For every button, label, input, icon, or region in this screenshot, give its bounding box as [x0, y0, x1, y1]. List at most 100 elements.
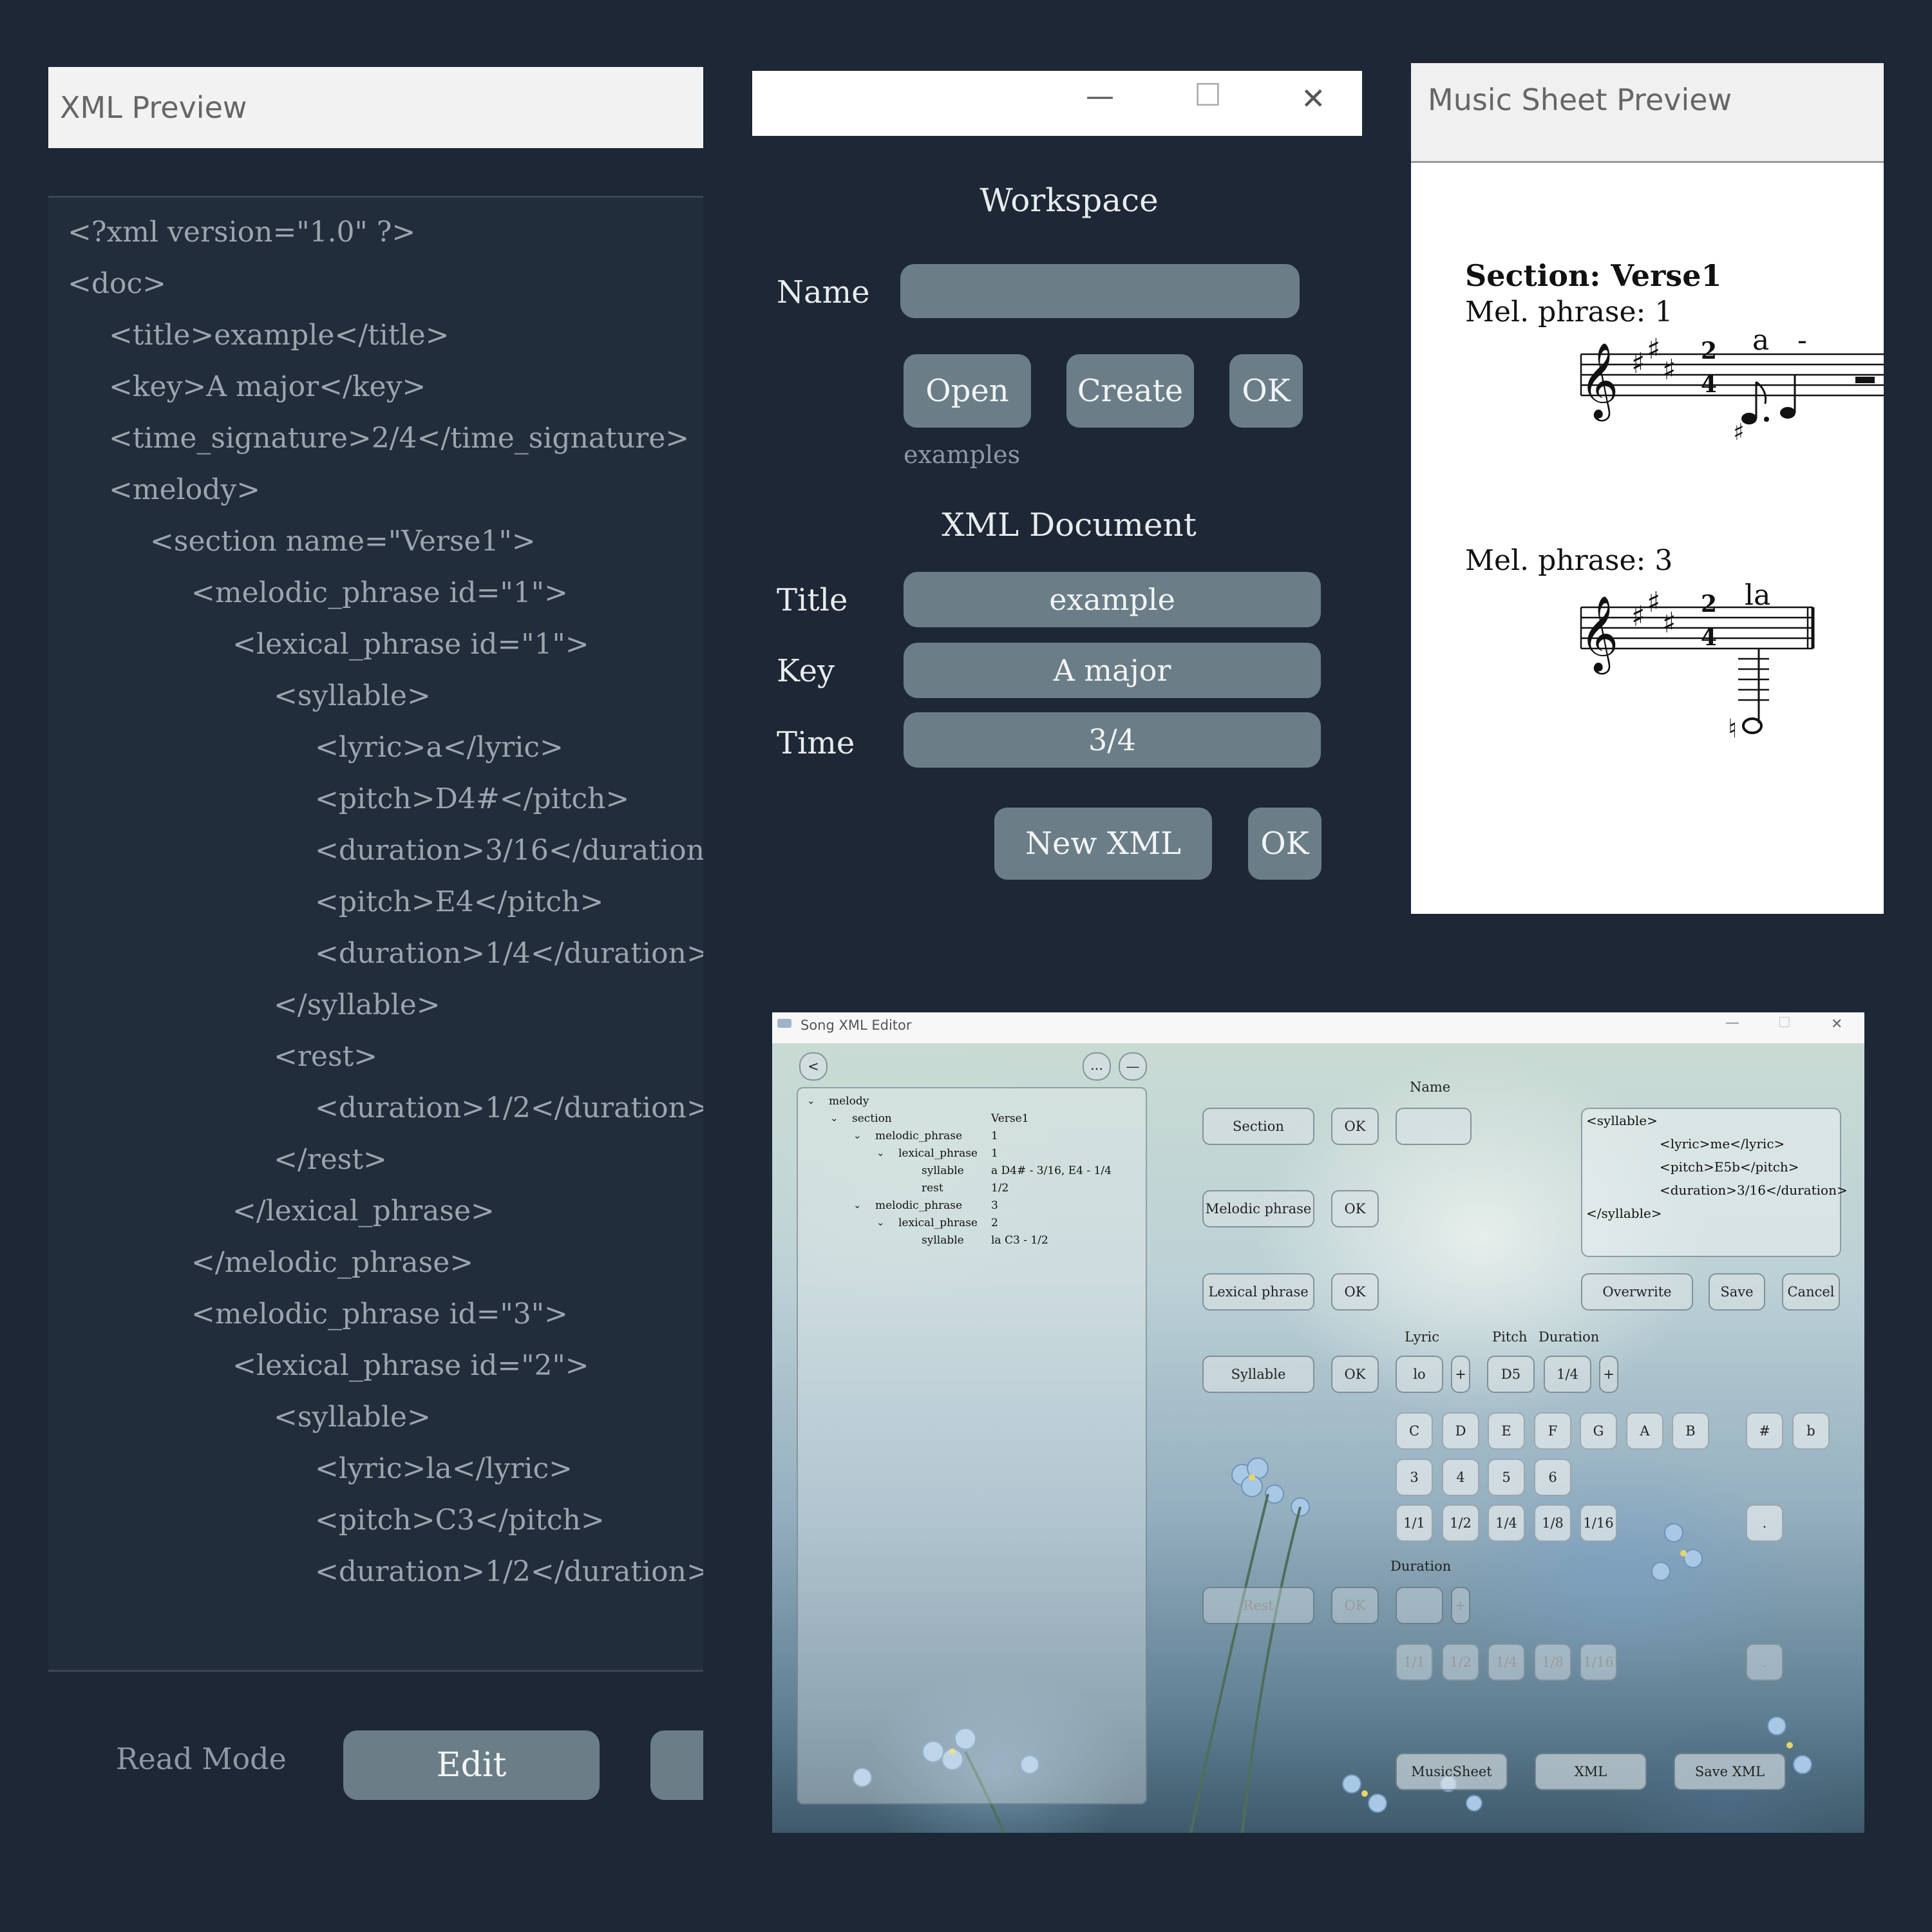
rest-duration-add-button[interactable]: + — [1451, 1587, 1470, 1624]
snippet-line: </syllable> — [1586, 1206, 1662, 1221]
melodic-phrase-ok-button[interactable]: OK — [1331, 1190, 1379, 1227]
music-sheet-titlebar[interactable]: Music Sheet Preview — [1411, 63, 1884, 163]
close-icon[interactable]: ✕ — [1831, 1016, 1842, 1032]
xml-ok-button[interactable]: OK — [1248, 808, 1321, 880]
note-b-button[interactable]: B — [1672, 1412, 1709, 1450]
chevron-down-icon[interactable]: ⌄ — [876, 1217, 885, 1228]
duration-input[interactable]: 1/4 — [1544, 1356, 1591, 1393]
tree-item[interactable]: melodic_phrase — [875, 1130, 962, 1142]
duration-eighth-button[interactable]: 1/8 — [1534, 1504, 1571, 1542]
music-sheet-title: Music Sheet Preview — [1428, 82, 1732, 117]
create-button[interactable]: Create — [1066, 354, 1194, 428]
partial-button[interactable] — [650, 1730, 703, 1800]
overwrite-button[interactable]: Overwrite — [1581, 1273, 1693, 1311]
tree-item[interactable]: syllable — [922, 1164, 964, 1177]
code-line: <key>A major</key> — [109, 370, 426, 403]
edit-button[interactable]: Edit — [343, 1730, 600, 1800]
workspace-titlebar[interactable]: — ☐ ✕ — [752, 71, 1362, 136]
workspace-name-input[interactable] — [900, 264, 1300, 318]
rest-duration-sixteenth-button[interactable]: 1/16 — [1580, 1643, 1617, 1681]
chevron-down-icon[interactable]: ⌄ — [853, 1199, 862, 1211]
editor-title: Song XML Editor — [800, 1018, 912, 1033]
rest-duration-whole-button[interactable]: 1/1 — [1396, 1643, 1433, 1681]
minimize-icon[interactable]: — — [1725, 1015, 1739, 1031]
note-c-button[interactable]: C — [1396, 1412, 1433, 1450]
octave-5-button[interactable]: 5 — [1488, 1459, 1525, 1496]
flat-button[interactable]: b — [1792, 1412, 1830, 1450]
minimize-icon[interactable]: — — [1086, 80, 1114, 113]
syllable-ok-button[interactable]: OK — [1331, 1356, 1379, 1393]
save-xml-button[interactable]: Save XML — [1674, 1753, 1786, 1790]
lexical-phrase-button[interactable]: Lexical phrase — [1202, 1273, 1314, 1311]
syllable-button[interactable]: Syllable — [1202, 1356, 1314, 1393]
cancel-button[interactable]: Cancel — [1782, 1273, 1840, 1311]
sharp-button[interactable]: # — [1746, 1412, 1783, 1450]
lyric-input[interactable]: lo — [1396, 1356, 1443, 1393]
note-f-button[interactable]: F — [1534, 1412, 1571, 1450]
structure-tree[interactable]: ⌄ melody ⌄ section Verse1 ⌄ melodic_phra… — [797, 1087, 1147, 1804]
section-name-input[interactable] — [1396, 1108, 1472, 1145]
xml-preview-titlebar[interactable]: XML Preview — [48, 67, 703, 148]
note-a-button[interactable]: A — [1626, 1412, 1663, 1450]
note-d-button[interactable]: D — [1442, 1412, 1479, 1450]
octave-6-button[interactable]: 6 — [1534, 1459, 1571, 1496]
maximize-icon[interactable]: ☐ — [1194, 77, 1222, 113]
open-button[interactable]: Open — [904, 354, 1031, 428]
save-button[interactable]: Save — [1709, 1273, 1765, 1311]
tree-item[interactable]: melodic_phrase — [875, 1199, 962, 1212]
tree-item[interactable]: melody — [829, 1095, 869, 1108]
lyric-add-button[interactable]: + — [1451, 1356, 1470, 1393]
tree-item[interactable]: section — [852, 1112, 892, 1125]
duration-half-button[interactable]: 1/2 — [1442, 1504, 1479, 1542]
tree-item[interactable]: rest — [922, 1182, 943, 1195]
close-icon[interactable]: ✕ — [1301, 81, 1326, 116]
rest-duration-input[interactable] — [1396, 1587, 1443, 1624]
chevron-down-icon[interactable]: ⌄ — [830, 1112, 838, 1124]
pitch-input[interactable]: D5 — [1487, 1356, 1535, 1393]
rest-duration-eighth-button[interactable]: 1/8 — [1534, 1643, 1571, 1681]
octave-3-button[interactable]: 3 — [1396, 1459, 1433, 1496]
duration-sixteenth-button[interactable]: 1/16 — [1580, 1504, 1617, 1542]
element-xml-preview[interactable]: <syllable> <lyric>me</lyric> <pitch>E5b<… — [1581, 1108, 1848, 1257]
duration-add-button[interactable]: + — [1599, 1356, 1618, 1393]
time-input[interactable]: 3/4 — [904, 712, 1321, 768]
musicsheet-button[interactable]: MusicSheet — [1396, 1753, 1508, 1790]
dot-button[interactable]: . — [1746, 1504, 1783, 1542]
rest-duration-half-button[interactable]: 1/2 — [1442, 1643, 1479, 1681]
note-e-button[interactable]: E — [1488, 1412, 1525, 1450]
section-button[interactable]: Section — [1202, 1108, 1314, 1145]
more-button[interactable]: ... — [1083, 1052, 1111, 1081]
chevron-down-icon[interactable]: ⌄ — [876, 1147, 885, 1159]
rest-dot-button[interactable]: . — [1746, 1643, 1783, 1681]
code-line: <title>example</title> — [109, 319, 450, 352]
octave-4-button[interactable]: 4 — [1442, 1459, 1479, 1496]
rest-button[interactable]: Rest — [1202, 1587, 1314, 1624]
chevron-down-icon[interactable]: ⌄ — [807, 1095, 815, 1106]
new-xml-button[interactable]: New XML — [994, 808, 1212, 880]
xml-code-view[interactable]: <?xml version="1.0" ?> <doc> <title>exam… — [48, 196, 703, 1672]
maximize-icon[interactable]: ☐ — [1778, 1015, 1791, 1031]
tree-item[interactable]: lexical_phrase — [898, 1147, 978, 1160]
rest-duration-quarter-button[interactable]: 1/4 — [1488, 1643, 1525, 1681]
snippet-line: <duration>3/16</duration> — [1660, 1182, 1848, 1198]
name-label: Name — [777, 274, 870, 310]
lexical-phrase-ok-button[interactable]: OK — [1331, 1273, 1379, 1311]
title-input[interactable]: example — [904, 572, 1321, 627]
code-line: <duration>1/2</duration> — [315, 1092, 703, 1124]
code-line: <rest> — [274, 1040, 378, 1073]
back-button[interactable]: < — [799, 1052, 828, 1081]
tree-item[interactable]: syllable — [922, 1234, 964, 1247]
tree-item[interactable]: lexical_phrase — [898, 1217, 978, 1229]
editor-titlebar[interactable]: Song XML Editor — ☐ ✕ — [772, 1012, 1864, 1043]
note-g-button[interactable]: G — [1580, 1412, 1617, 1450]
melodic-phrase-button[interactable]: Melodic phrase — [1202, 1190, 1314, 1227]
rest-ok-button[interactable]: OK — [1331, 1587, 1379, 1624]
workspace-ok-button[interactable]: OK — [1229, 354, 1303, 428]
collapse-button[interactable]: — — [1119, 1052, 1147, 1081]
duration-quarter-button[interactable]: 1/4 — [1488, 1504, 1525, 1542]
key-input[interactable]: A major — [904, 643, 1321, 698]
chevron-down-icon[interactable]: ⌄ — [853, 1130, 862, 1141]
section-ok-button[interactable]: OK — [1331, 1108, 1379, 1145]
xml-button[interactable]: XML — [1535, 1753, 1647, 1790]
duration-whole-button[interactable]: 1/1 — [1396, 1504, 1433, 1542]
